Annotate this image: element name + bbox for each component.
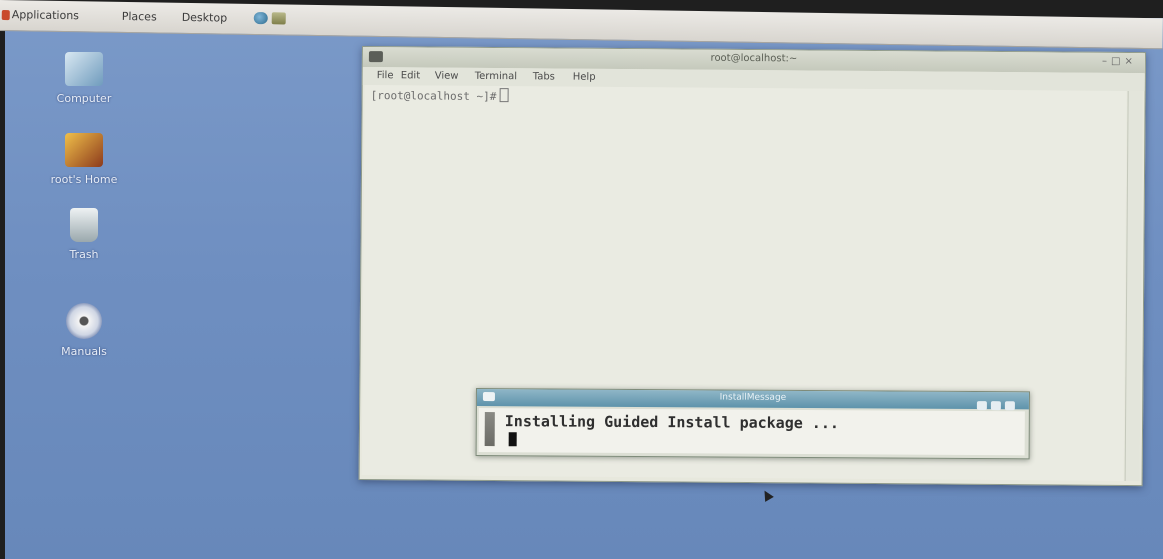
dialog-body: Installing Guided Install package ...: [478, 408, 1025, 456]
desktop-icon-label: Computer: [56, 92, 112, 105]
dialog-title: InstallMessage: [719, 392, 787, 403]
text-cursor: [499, 88, 509, 103]
dialog-titlebar[interactable]: InstallMessage: [476, 389, 1029, 411]
menu-help[interactable]: Help: [573, 72, 596, 83]
screen: Computer root's Home Trash Manuals Appli…: [0, 0, 1163, 559]
maximize-icon[interactable]: [990, 401, 1001, 411]
minimize-icon[interactable]: [976, 401, 987, 411]
web-browser-icon[interactable]: [253, 11, 268, 25]
desktop-icon-computer[interactable]: Computer: [29, 52, 139, 105]
prompt-text: [root@localhost ~]#: [370, 89, 497, 104]
home-folder-icon: [65, 133, 103, 167]
menu-file[interactable]: File: [377, 70, 394, 81]
menu-tabs[interactable]: Tabs: [533, 71, 555, 82]
panel-menu-desktop[interactable]: Desktop: [182, 11, 228, 25]
desktop-icon-trash[interactable]: Trash: [29, 208, 139, 261]
close-icon[interactable]: ×: [1124, 56, 1136, 67]
dialog-gutter: [484, 412, 495, 447]
computer-icon: [65, 52, 103, 86]
desktop-icon-home[interactable]: root's Home: [29, 133, 139, 186]
desktop-icon-manuals[interactable]: Manuals: [29, 303, 139, 358]
maximize-icon[interactable]: □: [1111, 56, 1125, 67]
panel-menu-applications[interactable]: Applications: [12, 8, 79, 22]
desktop-icon-label: root's Home: [50, 173, 118, 186]
desktop-icon-label: Manuals: [61, 345, 107, 358]
disc-icon: [66, 303, 102, 339]
close-icon[interactable]: [1004, 401, 1015, 411]
trash-icon: [70, 208, 98, 242]
menu-view[interactable]: View: [435, 71, 459, 82]
menu-edit[interactable]: Edit: [401, 70, 420, 81]
window-controls[interactable]: –□×: [1102, 56, 1137, 67]
text-cursor: [508, 432, 517, 447]
mail-icon[interactable]: [271, 12, 286, 25]
menu-terminal[interactable]: Terminal: [475, 71, 517, 82]
applications-menu-icon: [1, 10, 10, 21]
desktop-icon-label: Trash: [69, 248, 99, 261]
minimize-icon[interactable]: –: [1102, 56, 1111, 67]
install-status-message: Installing Guided Install package ...: [504, 412, 839, 433]
dialog-window-controls[interactable]: [973, 395, 1021, 411]
terminal-scrollbar[interactable]: [1124, 91, 1143, 482]
panel-menu-places[interactable]: Places: [122, 10, 157, 24]
install-message-dialog[interactable]: InstallMessage Installing Guided Install…: [475, 388, 1030, 460]
terminal-title: root@localhost:~: [710, 52, 798, 65]
shell-prompt: [root@localhost ~]#: [371, 87, 509, 103]
